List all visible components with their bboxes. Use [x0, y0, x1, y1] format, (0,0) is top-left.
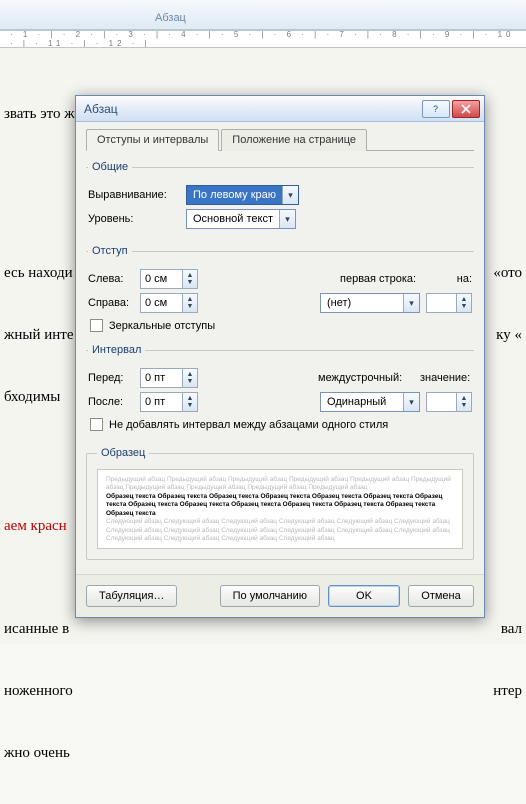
spacing-before-input[interactable]: 0 пт ▲▼ — [140, 368, 198, 388]
chevron-down-icon: ▾ — [403, 294, 419, 312]
group-preview: Образец Предыдущий абзац Предыдущий абза… — [86, 447, 474, 560]
doc-line: исанные ввал — [4, 616, 522, 643]
level-label: Уровень: — [88, 213, 180, 225]
indent-left-input[interactable]: 0 см ▲▼ — [140, 269, 198, 289]
tabstrip: Отступы и интервалы Положение на страниц… — [86, 128, 474, 151]
ribbon: Абзац — [0, 0, 526, 30]
spinner-icon: ▲▼ — [182, 294, 197, 312]
tabs-button[interactable]: Табуляция… — [86, 585, 177, 607]
indent-by-label: на: — [442, 273, 472, 285]
spinner-icon: ▲▼ — [456, 294, 471, 312]
spacing-after-label: После: — [88, 396, 134, 408]
mirror-indents-checkbox[interactable]: Зеркальные отступы — [90, 319, 472, 332]
ruler[interactable]: · 1 · | · 2 · | · 3 · | · 4 · | · 5 · | … — [0, 30, 526, 48]
chevron-down-icon: ▾ — [279, 210, 295, 228]
close-button[interactable] — [452, 100, 480, 118]
doc-line: жно очень — [4, 740, 522, 767]
paragraph-dialog: Абзац ? Отступы и интервалы Положение на… — [75, 95, 485, 618]
no-space-same-style-label: Не добавлять интервал между абзацами одн… — [109, 419, 388, 431]
spinner-icon: ▲▼ — [456, 393, 471, 411]
no-space-same-style-checkbox[interactable]: Не добавлять интервал между абзацами одн… — [90, 418, 472, 431]
spacing-at-label: значение: — [420, 372, 472, 384]
spinner-icon: ▲▼ — [182, 270, 197, 288]
checkbox-icon — [90, 319, 103, 332]
group-preview-legend: Образец — [97, 447, 149, 459]
tab-position[interactable]: Положение на странице — [221, 129, 367, 151]
indent-right-input[interactable]: 0 см ▲▼ — [140, 293, 198, 313]
spinner-icon: ▲▼ — [182, 369, 197, 387]
group-general: Общие Выравнивание: По левому краю ▾ Уро… — [86, 161, 474, 235]
chevron-down-icon: ▾ — [403, 393, 419, 411]
group-indent-legend: Отступ — [88, 245, 132, 257]
group-spacing: Интервал Перед: 0 пт ▲▼ междустрочный: з… — [86, 344, 474, 433]
group-indent: Отступ Слева: 0 см ▲▼ первая строка: на:… — [86, 245, 474, 334]
group-general-legend: Общие — [88, 161, 132, 173]
line-spacing-select[interactable]: Одинарный ▾ — [320, 392, 420, 412]
alignment-select[interactable]: По левому краю ▾ — [186, 185, 299, 205]
spinner-icon: ▲▼ — [182, 393, 197, 411]
mirror-indents-label: Зеркальные отступы — [109, 320, 215, 332]
preview-sample-text: Образец текста Образец текста Образец те… — [106, 493, 454, 518]
spacing-at-input[interactable]: ▲▼ — [426, 392, 472, 412]
default-button[interactable]: По умолчанию — [220, 585, 320, 607]
chevron-down-icon: ▾ — [282, 186, 298, 204]
level-select[interactable]: Основной текст ▾ — [186, 209, 296, 229]
doc-line: ноженногонтер — [4, 678, 522, 705]
line-spacing-label: междустрочный: — [318, 372, 414, 384]
ribbon-group-label: Абзац — [155, 12, 186, 24]
titlebar[interactable]: Абзац ? — [76, 96, 484, 122]
dialog-title: Абзац — [84, 102, 420, 116]
indent-by-input[interactable]: ▲▼ — [426, 293, 472, 313]
cancel-button[interactable]: Отмена — [408, 585, 474, 607]
ok-button[interactable]: OK — [328, 585, 400, 607]
spacing-after-input[interactable]: 0 пт ▲▼ — [140, 392, 198, 412]
alignment-label: Выравнивание: — [88, 189, 180, 201]
svg-text:?: ? — [433, 104, 438, 114]
group-spacing-legend: Интервал — [88, 344, 145, 356]
indent-left-label: Слева: — [88, 273, 134, 285]
help-button[interactable]: ? — [422, 100, 450, 118]
first-line-select[interactable]: (нет) ▾ — [320, 293, 420, 313]
preview-prev-paragraph: Предыдущий абзац Предыдущий абзац Предыд… — [106, 476, 454, 493]
checkbox-icon — [90, 418, 103, 431]
preview-next-paragraph: Следующий абзац Следующий абзац Следующи… — [106, 518, 454, 543]
dialog-footer: Табуляция… По умолчанию OK Отмена — [76, 574, 484, 617]
preview-box: Предыдущий абзац Предыдущий абзац Предыд… — [97, 469, 463, 549]
spacing-before-label: Перед: — [88, 372, 134, 384]
tab-indents[interactable]: Отступы и интервалы — [86, 129, 219, 151]
indent-right-label: Справа: — [88, 297, 134, 309]
first-line-label: первая строка: — [340, 273, 436, 285]
